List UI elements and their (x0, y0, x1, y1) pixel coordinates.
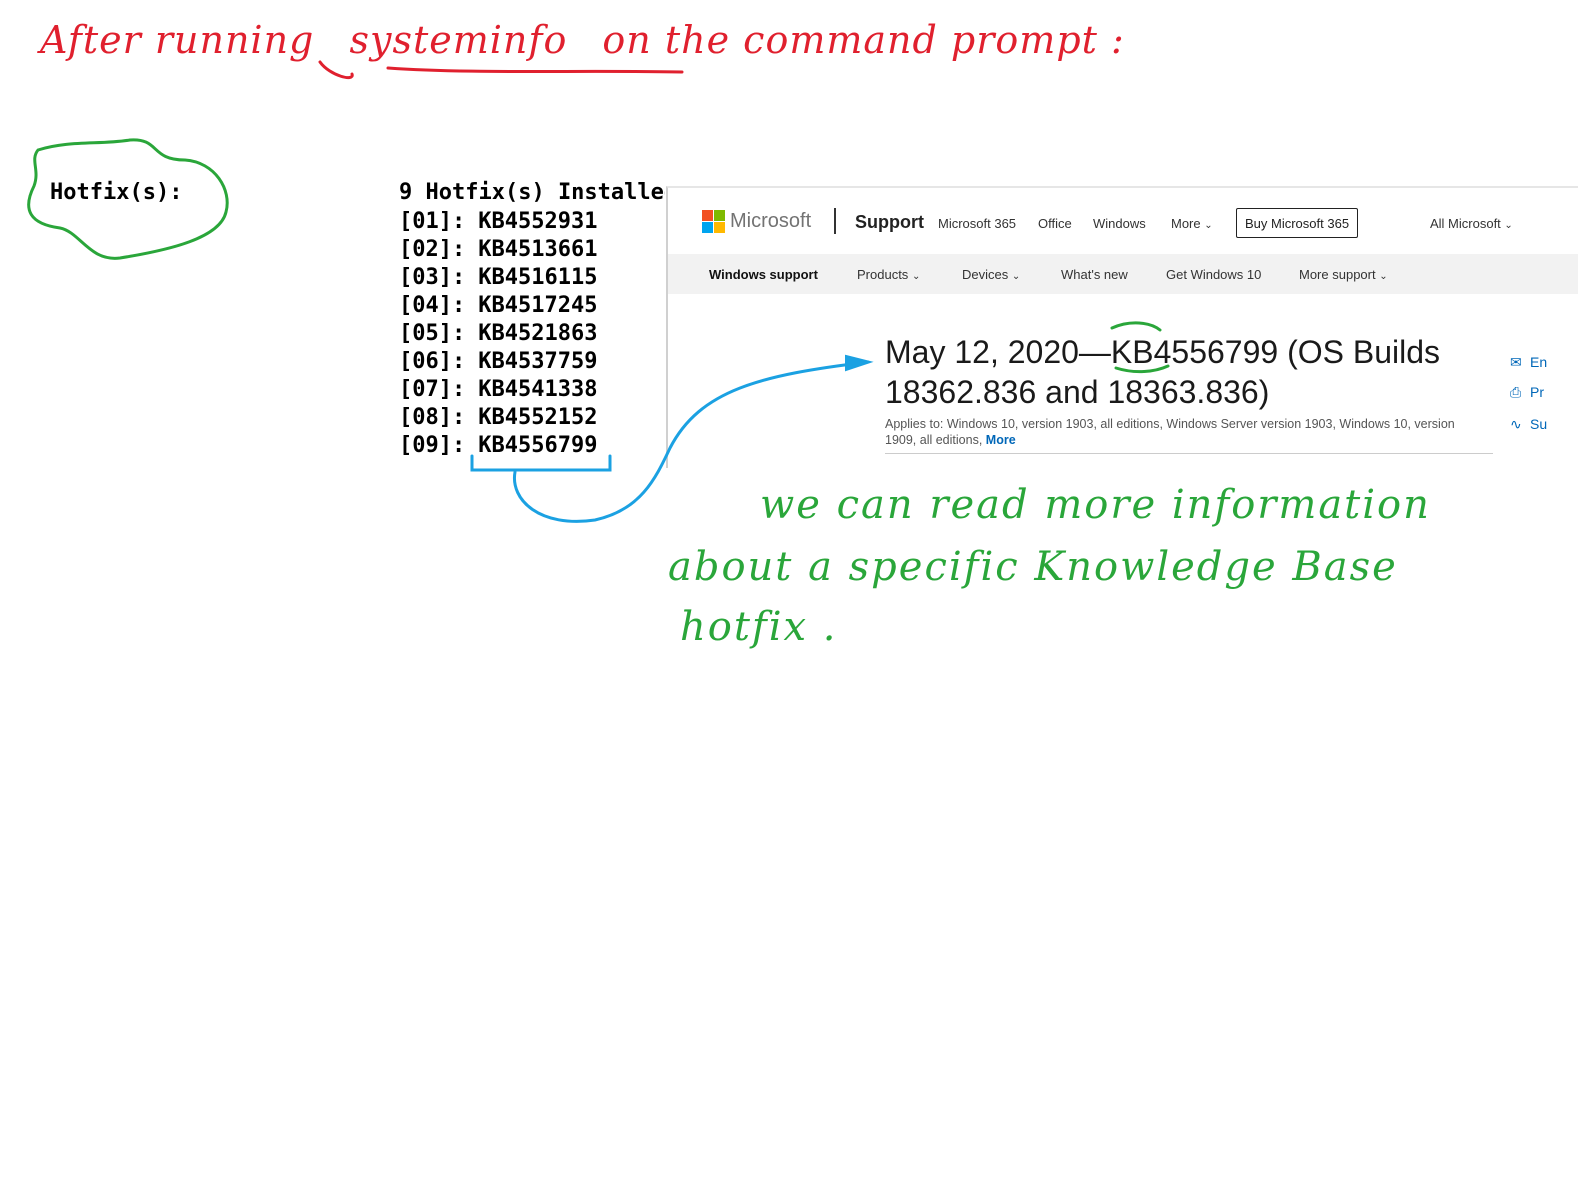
red-underline-stroke (386, 66, 684, 74)
red-descender-stroke (318, 60, 354, 79)
green-kb-underline-stroke (1114, 364, 1170, 374)
note-line-3: hotfix . (680, 604, 838, 650)
note-line-1: we can read more information (760, 482, 1431, 528)
blue-bracket-stroke (470, 454, 612, 472)
blue-arrowhead-stroke (845, 354, 874, 372)
green-circle-stroke (27, 138, 229, 260)
ink-overlay (27, 60, 1170, 523)
green-kb-mark-stroke (1110, 321, 1162, 332)
note-line-2: about a specific Knowledge Base (668, 544, 1398, 590)
